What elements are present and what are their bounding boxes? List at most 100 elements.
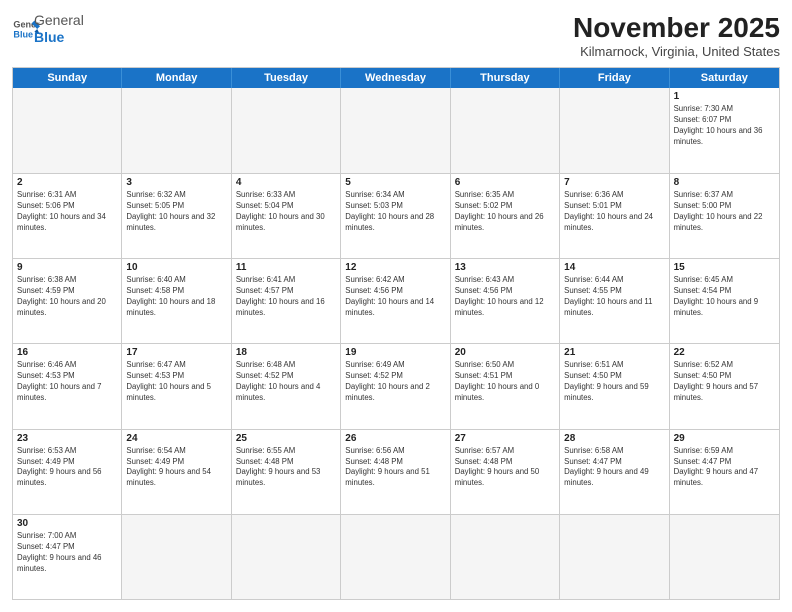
location: Kilmarnock, Virginia, United States — [573, 44, 780, 59]
page: General Blue General Blue November 2025 … — [0, 0, 792, 612]
day-number: 10 — [126, 262, 226, 273]
day-cell-12: 12 Sunrise: 6:42 AM Sunset: 4:56 PM Dayli… — [341, 259, 450, 343]
day-number: 8 — [674, 177, 775, 188]
day-cell-15: 15 Sunrise: 6:45 AM Sunset: 4:54 PM Dayli… — [670, 259, 779, 343]
day-info: Sunrise: 6:41 AM Sunset: 4:57 PM Dayligh… — [236, 275, 336, 319]
day-number: 22 — [674, 347, 775, 358]
day-info: Sunrise: 6:43 AM Sunset: 4:56 PM Dayligh… — [455, 275, 555, 319]
day-info: Sunrise: 6:42 AM Sunset: 4:56 PM Dayligh… — [345, 275, 445, 319]
day-info: Sunrise: 7:00 AM Sunset: 4:47 PM Dayligh… — [17, 531, 117, 575]
day-number: 29 — [674, 433, 775, 444]
calendar-row-6: 30 Sunrise: 7:00 AM Sunset: 4:47 PM Dayli… — [13, 514, 779, 599]
day-info: Sunrise: 6:35 AM Sunset: 5:02 PM Dayligh… — [455, 190, 555, 234]
day-info: Sunrise: 6:52 AM Sunset: 4:50 PM Dayligh… — [674, 360, 775, 404]
day-number: 2 — [17, 177, 117, 188]
day-info: Sunrise: 6:36 AM Sunset: 5:01 PM Dayligh… — [564, 190, 664, 234]
day-info: Sunrise: 6:48 AM Sunset: 4:52 PM Dayligh… — [236, 360, 336, 404]
day-number: 3 — [126, 177, 226, 188]
day-cell-13: 13Sunrise: 6:43 AM Sunset: 4:56 PM Dayli… — [451, 259, 560, 343]
day-cell-16: 16 Sunrise: 6:46 AM Sunset: 4:53 PM Dayli… — [13, 344, 122, 428]
day-cell-9: 9 Sunrise: 6:38 AM Sunset: 4:59 PM Daylig… — [13, 259, 122, 343]
day-number: 23 — [17, 433, 117, 444]
day-number: 1 — [674, 91, 775, 102]
day-info: Sunrise: 6:57 AM Sunset: 4:48 PM Dayligh… — [455, 446, 555, 490]
day-cell-14: 14 Sunrise: 6:44 AM Sunset: 4:55 PM Dayli… — [560, 259, 669, 343]
day-number: 5 — [345, 177, 445, 188]
day-cell-empty — [341, 515, 450, 599]
day-cell-empty — [670, 515, 779, 599]
day-info: Sunrise: 6:46 AM Sunset: 4:53 PM Dayligh… — [17, 360, 117, 404]
day-cell-22: 22 Sunrise: 6:52 AM Sunset: 4:50 PM Dayli… — [670, 344, 779, 428]
day-info: Sunrise: 6:59 AM Sunset: 4:47 PM Dayligh… — [674, 446, 775, 490]
header: General Blue General Blue November 2025 … — [12, 12, 780, 59]
day-cell-18: 18 Sunrise: 6:48 AM Sunset: 4:52 PM Dayli… — [232, 344, 341, 428]
day-number: 28 — [564, 433, 664, 444]
day-cell-25: 25 Sunrise: 6:55 AM Sunset: 4:48 PM Dayli… — [232, 430, 341, 514]
day-number: 30 — [17, 518, 117, 529]
day-cell-empty — [232, 88, 341, 173]
day-info: Sunrise: 6:32 AM Sunset: 5:05 PM Dayligh… — [126, 190, 226, 234]
calendar-row-5: 23 Sunrise: 6:53 AM Sunset: 4:49 PM Dayli… — [13, 429, 779, 514]
day-info: Sunrise: 6:44 AM Sunset: 4:55 PM Dayligh… — [564, 275, 664, 319]
calendar: SundayMondayTuesdayWednesdayThursdayFrid… — [12, 67, 780, 600]
logo-general: General — [34, 12, 84, 29]
day-info: Sunrise: 6:54 AM Sunset: 4:49 PM Dayligh… — [126, 446, 226, 490]
day-info: Sunrise: 6:33 AM Sunset: 5:04 PM Dayligh… — [236, 190, 336, 234]
day-info: Sunrise: 6:45 AM Sunset: 4:54 PM Dayligh… — [674, 275, 775, 319]
svg-text:Blue: Blue — [13, 29, 33, 39]
calendar-row-4: 16 Sunrise: 6:46 AM Sunset: 4:53 PM Dayli… — [13, 343, 779, 428]
day-number: 6 — [455, 177, 555, 188]
day-cell-empty — [341, 88, 450, 173]
day-cell-11: 11 Sunrise: 6:41 AM Sunset: 4:57 PM Dayli… — [232, 259, 341, 343]
day-number: 11 — [236, 262, 336, 273]
day-cell-empty — [451, 515, 560, 599]
day-cell-29: 29 Sunrise: 6:59 AM Sunset: 4:47 PM Dayli… — [670, 430, 779, 514]
day-info: Sunrise: 6:51 AM Sunset: 4:50 PM Dayligh… — [564, 360, 664, 404]
day-cell-17: 17Sunrise: 6:47 AM Sunset: 4:53 PM Dayli… — [122, 344, 231, 428]
weekday-header-wednesday: Wednesday — [341, 68, 450, 88]
calendar-row-3: 9 Sunrise: 6:38 AM Sunset: 4:59 PM Daylig… — [13, 258, 779, 343]
weekday-header-friday: Friday — [560, 68, 669, 88]
day-number: 4 — [236, 177, 336, 188]
day-cell-empty — [451, 88, 560, 173]
weekday-header-sunday: Sunday — [13, 68, 122, 88]
day-number: 16 — [17, 347, 117, 358]
day-cell-26: 26Sunrise: 6:56 AM Sunset: 4:48 PM Dayli… — [341, 430, 450, 514]
day-cell-8: 8 Sunrise: 6:37 AM Sunset: 5:00 PM Daylig… — [670, 174, 779, 258]
day-cell-30: 30 Sunrise: 7:00 AM Sunset: 4:47 PM Dayli… — [13, 515, 122, 599]
day-number: 24 — [126, 433, 226, 444]
day-cell-21: 21 Sunrise: 6:51 AM Sunset: 4:50 PM Dayli… — [560, 344, 669, 428]
day-cell-10: 10 Sunrise: 6:40 AM Sunset: 4:58 PM Dayli… — [122, 259, 231, 343]
day-number: 18 — [236, 347, 336, 358]
day-info: Sunrise: 6:40 AM Sunset: 4:58 PM Dayligh… — [126, 275, 226, 319]
day-number: 9 — [17, 262, 117, 273]
day-info: Sunrise: 6:38 AM Sunset: 4:59 PM Dayligh… — [17, 275, 117, 319]
day-cell-empty — [232, 515, 341, 599]
day-number: 15 — [674, 262, 775, 273]
day-cell-3: 3 Sunrise: 6:32 AM Sunset: 5:05 PM Daylig… — [122, 174, 231, 258]
day-cell-empty — [13, 88, 122, 173]
day-number: 25 — [236, 433, 336, 444]
day-info: Sunrise: 6:53 AM Sunset: 4:49 PM Dayligh… — [17, 446, 117, 490]
day-info: Sunrise: 6:31 AM Sunset: 5:06 PM Dayligh… — [17, 190, 117, 234]
day-number: 14 — [564, 262, 664, 273]
day-cell-7: 7Sunrise: 6:36 AM Sunset: 5:01 PM Daylig… — [560, 174, 669, 258]
day-cell-6: 6 Sunrise: 6:35 AM Sunset: 5:02 PM Daylig… — [451, 174, 560, 258]
day-cell-5: 5 Sunrise: 6:34 AM Sunset: 5:03 PM Daylig… — [341, 174, 450, 258]
day-info: Sunrise: 6:34 AM Sunset: 5:03 PM Dayligh… — [345, 190, 445, 234]
day-number: 17 — [126, 347, 226, 358]
calendar-body: 1Sunrise: 7:30 AM Sunset: 6:07 PM Daylig… — [13, 88, 779, 599]
day-number: 19 — [345, 347, 445, 358]
day-cell-19: 19Sunrise: 6:49 AM Sunset: 4:52 PM Dayli… — [341, 344, 450, 428]
day-cell-28: 28Sunrise: 6:58 AM Sunset: 4:47 PM Dayli… — [560, 430, 669, 514]
day-info: Sunrise: 6:37 AM Sunset: 5:00 PM Dayligh… — [674, 190, 775, 234]
weekday-header-thursday: Thursday — [451, 68, 560, 88]
logo: General Blue General Blue — [12, 12, 84, 46]
calendar-row-1: 1Sunrise: 7:30 AM Sunset: 6:07 PM Daylig… — [13, 88, 779, 173]
day-cell-4: 4 Sunrise: 6:33 AM Sunset: 5:04 PM Daylig… — [232, 174, 341, 258]
day-number: 12 — [345, 262, 445, 273]
day-number: 20 — [455, 347, 555, 358]
day-cell-20: 20Sunrise: 6:50 AM Sunset: 4:51 PM Dayli… — [451, 344, 560, 428]
day-number: 21 — [564, 347, 664, 358]
day-info: Sunrise: 6:55 AM Sunset: 4:48 PM Dayligh… — [236, 446, 336, 490]
